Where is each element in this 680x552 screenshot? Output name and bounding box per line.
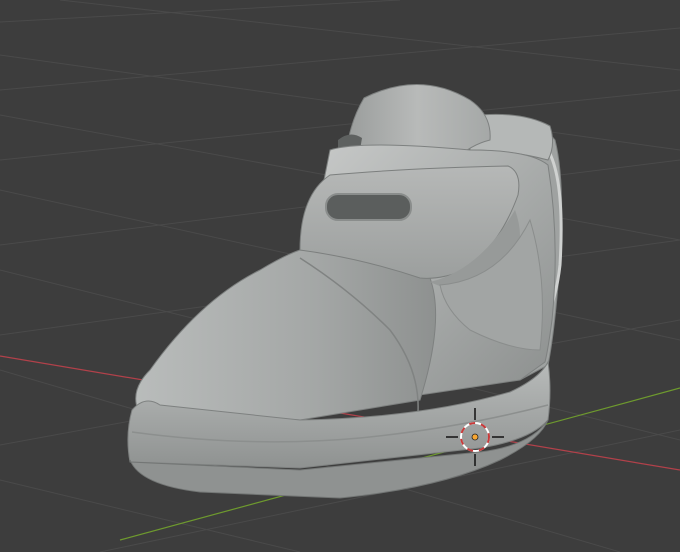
origin-point xyxy=(471,433,479,441)
3d-viewport[interactable] xyxy=(0,0,680,552)
shoe-model[interactable] xyxy=(127,84,563,499)
shoe-toe-box xyxy=(135,249,437,421)
viewport-canvas[interactable] xyxy=(0,0,680,552)
shoe-strap-slot xyxy=(325,193,412,221)
